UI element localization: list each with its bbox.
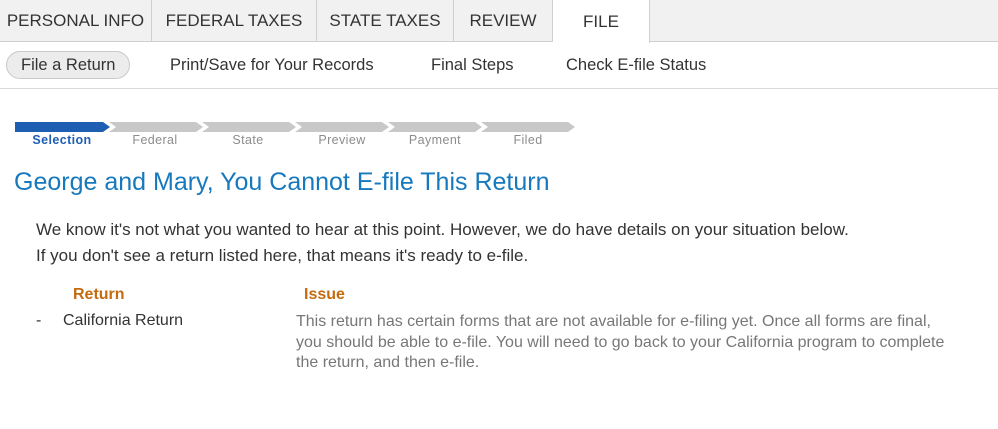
top-nav: PERSONAL INFO FEDERAL TAXES STATE TAXES … xyxy=(0,0,998,43)
progress-step-payment: Payment xyxy=(408,133,462,147)
progress-tracker: Selection Federal State Preview Payment … xyxy=(15,121,585,153)
progress-step-filed: Filed xyxy=(513,133,543,147)
progress-step-federal-segment xyxy=(109,122,203,132)
subnav-check-efile-status[interactable]: Check E-file Status xyxy=(566,51,706,79)
progress-bar xyxy=(15,122,575,132)
page-title: George and Mary, You Cannot E-file This … xyxy=(14,168,550,196)
progress-step-preview-segment xyxy=(295,122,389,132)
sub-nav: File a Return Print/Save for Your Record… xyxy=(0,43,998,89)
return-name: California Return xyxy=(63,312,184,329)
tab-review[interactable]: REVIEW xyxy=(454,0,553,42)
progress-step-state: State xyxy=(232,133,264,147)
tab-personal-info[interactable]: PERSONAL INFO xyxy=(0,0,152,42)
progress-step-federal: Federal xyxy=(132,133,178,147)
progress-step-payment-segment xyxy=(388,122,482,132)
list-bullet: - xyxy=(36,312,42,329)
progress-step-selection: Selection xyxy=(32,133,92,147)
subnav-final-steps[interactable]: Final Steps xyxy=(431,51,514,79)
column-header-issue: Issue xyxy=(304,286,345,303)
progress-step-state-segment xyxy=(202,122,296,132)
column-header-return: Return xyxy=(73,286,125,303)
progress-step-filed-segment xyxy=(481,122,575,132)
subnav-file-a-return[interactable]: File a Return xyxy=(6,51,131,79)
issue-description: This return has certain forms that are n… xyxy=(296,313,945,371)
tab-federal-taxes[interactable]: FEDERAL TAXES xyxy=(152,0,317,42)
tab-file[interactable]: FILE xyxy=(553,0,650,43)
info-message-line-1: We know it's not what you wanted to hear… xyxy=(36,220,849,239)
progress-step-preview: Preview xyxy=(318,133,366,147)
progress-step-selection-segment xyxy=(15,122,110,132)
tab-state-taxes[interactable]: STATE TAXES xyxy=(317,0,454,42)
subnav-print-save[interactable]: Print/Save for Your Records xyxy=(170,51,374,79)
info-message-line-2: If you don't see a return listed here, t… xyxy=(36,246,529,265)
